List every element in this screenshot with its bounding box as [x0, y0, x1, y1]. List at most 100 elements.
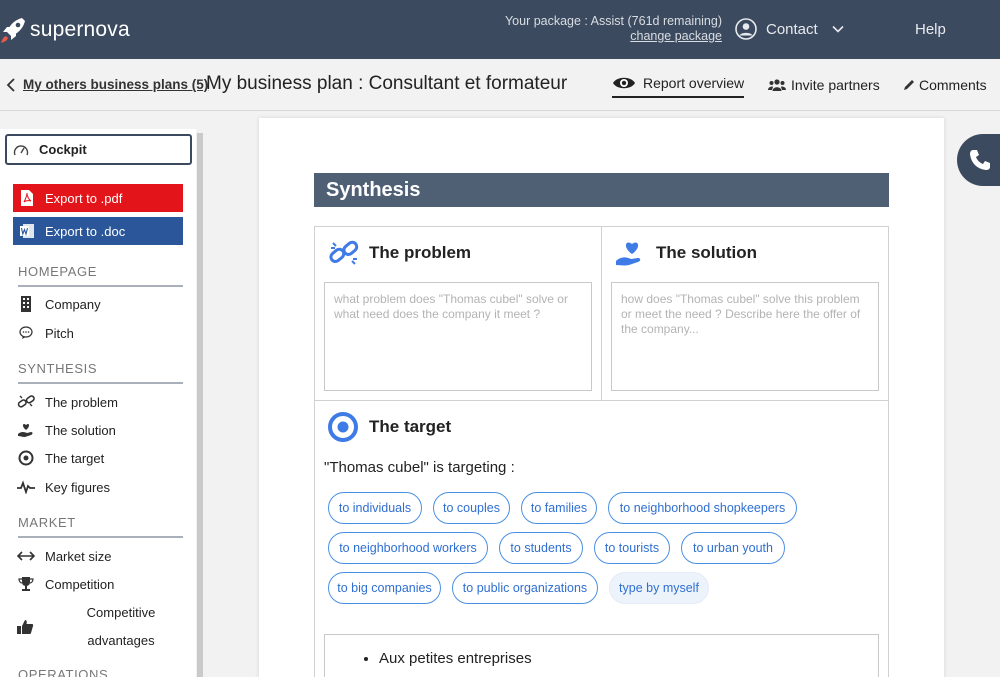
target-title: The target	[369, 417, 452, 436]
chevron-down-icon	[832, 25, 844, 33]
trophy-icon	[16, 576, 36, 592]
cockpit-button[interactable]: Cockpit	[5, 134, 192, 165]
solution-header: The solution	[614, 237, 757, 269]
page-title: My business plan : Consultant et formate…	[206, 73, 568, 94]
competitive-line-2: advantages	[87, 633, 155, 648]
pdf-icon	[21, 190, 33, 206]
problem-header: The problem	[327, 237, 471, 269]
package-text: Your package : Assist (761d remaining)	[504, 14, 722, 28]
sidebar-item-label: The target	[45, 450, 105, 466]
tab-comments[interactable]: Comments	[903, 77, 987, 93]
sidebar-item-company[interactable]: Company	[16, 296, 101, 312]
sidebar: Cockpit Export to .pdf Export to .doc HO…	[0, 129, 196, 677]
export-pdf-label: Export to .pdf	[45, 190, 123, 206]
tab-label: Comments	[919, 77, 987, 93]
sidebar-item-label: Pitch	[45, 325, 74, 341]
thumbs-up-icon	[16, 619, 36, 635]
change-package-link[interactable]: change package	[470, 29, 722, 44]
gauge-icon	[13, 144, 29, 155]
logo[interactable]: supernova	[0, 14, 130, 46]
target-icon	[328, 412, 358, 442]
sidebar-item-the-solution[interactable]: The solution	[16, 422, 116, 438]
sub-bar: My others business plans (5) My business…	[0, 59, 1000, 111]
other-plans-link[interactable]: My others business plans (5)	[23, 77, 208, 92]
chip-neighborhood-workers[interactable]: to neighborhood workers	[328, 532, 488, 564]
phone-icon	[970, 150, 990, 170]
sidebar-item-pitch[interactable]: Pitch	[16, 325, 74, 341]
problem-textarea[interactable]: what problem does "Thomas cubel" solve o…	[324, 282, 592, 391]
speech-bubble-icon	[16, 325, 36, 341]
sidebar-item-label: Competition	[45, 576, 115, 592]
problem-card: The problem what problem does "Thomas cu…	[315, 227, 602, 401]
target-icon	[16, 450, 36, 466]
chip-tourists[interactable]: to tourists	[594, 532, 670, 564]
section-operations: OPERATIONS	[18, 667, 183, 677]
app-name: supernova	[30, 18, 130, 41]
eye-icon	[613, 77, 635, 89]
sidebar-item-label: The problem	[45, 394, 118, 410]
users-icon	[768, 79, 786, 91]
tab-invite-partners[interactable]: Invite partners	[768, 77, 880, 93]
chip-urban-youth[interactable]: to urban youth	[681, 532, 785, 564]
synthesis-heading: Synthesis	[314, 173, 889, 207]
chip-neighborhood-shopkeepers[interactable]: to neighborhood shopkeepers	[608, 492, 797, 524]
synthesis-grid: The problem what problem does "Thomas cu…	[314, 226, 889, 677]
problem-title: The problem	[369, 243, 472, 262]
back-link[interactable]: My others business plans (5)	[6, 77, 208, 92]
sidebar-item-label: Key figures	[45, 479, 111, 495]
sidebar-item-market-size[interactable]: Market size	[16, 548, 111, 564]
broken-chain-icon	[329, 240, 359, 265]
list-item: Aux petites entreprises	[379, 650, 532, 667]
export-pdf-button[interactable]: Export to .pdf	[13, 184, 183, 212]
pencil-icon	[904, 80, 914, 90]
sidebar-item-key-figures[interactable]: Key figures	[16, 479, 110, 495]
hand-heart-icon	[616, 242, 641, 266]
sidebar-item-label: The solution	[45, 422, 116, 438]
competitive-line-1: Competitive	[86, 605, 156, 620]
chip-families[interactable]: to families	[521, 492, 597, 524]
user-circle-icon	[735, 18, 757, 40]
sidebar-scrollbar[interactable]	[197, 133, 203, 677]
contact-menu[interactable]: Contact	[735, 17, 844, 41]
sidebar-item-competition[interactable]: Competition	[16, 576, 114, 592]
tab-label: Invite partners	[791, 77, 880, 93]
solution-card: The solution how does "Thomas cubel" sol…	[602, 227, 888, 401]
section-synthesis: SYNTHESIS	[18, 361, 183, 384]
report-page: Synthesis The problem what problem does …	[259, 118, 944, 677]
sidebar-item-label: Market size	[45, 548, 112, 564]
chip-public-organizations[interactable]: to public organizations	[452, 572, 598, 604]
call-button[interactable]	[957, 134, 1000, 186]
target-list-editor[interactable]: Aux petites entreprises	[324, 634, 879, 677]
section-market: MARKET	[18, 515, 183, 538]
targeting-text: "Thomas cubel" is targeting :	[324, 459, 515, 476]
sidebar-item-competitive-advantages[interactable]: Competitive advantages	[16, 599, 166, 655]
building-icon	[16, 296, 36, 312]
target-list: Aux petites entreprises	[379, 650, 532, 667]
word-icon	[20, 224, 34, 238]
sidebar-item-the-problem[interactable]: The problem	[16, 394, 118, 410]
chip-type-by-myself[interactable]: type by myself	[609, 572, 709, 604]
chip-students[interactable]: to students	[499, 532, 583, 564]
chip-individuals[interactable]: to individuals	[328, 492, 422, 524]
contact-label: Contact	[766, 20, 818, 38]
tab-report-overview[interactable]: Report overview	[612, 75, 745, 98]
help-link[interactable]: Help	[915, 21, 946, 38]
package-info: Your package : Assist (761d remaining) c…	[470, 14, 722, 44]
solution-textarea[interactable]: how does "Thomas cubel" solve this probl…	[611, 282, 879, 391]
solution-title: The solution	[656, 243, 758, 262]
sidebar-item-label: Company	[45, 296, 101, 312]
export-doc-label: Export to .doc	[45, 223, 126, 239]
arrows-horizontal-icon	[16, 548, 36, 564]
export-doc-button[interactable]: Export to .doc	[13, 217, 183, 245]
hand-heart-icon	[16, 422, 36, 438]
chip-big-companies[interactable]: to big companies	[328, 572, 441, 604]
pulse-icon	[16, 479, 36, 495]
tab-label: Report overview	[643, 75, 745, 91]
chip-couples[interactable]: to couples	[433, 492, 510, 524]
chevron-left-icon	[6, 77, 15, 92]
top-bar: supernova Your package : Assist (761d re…	[0, 0, 1000, 59]
cockpit-label: Cockpit	[39, 142, 87, 157]
sidebar-item-the-target[interactable]: The target	[16, 450, 104, 466]
rocket-icon	[1, 18, 25, 43]
target-header: The target	[327, 411, 451, 443]
